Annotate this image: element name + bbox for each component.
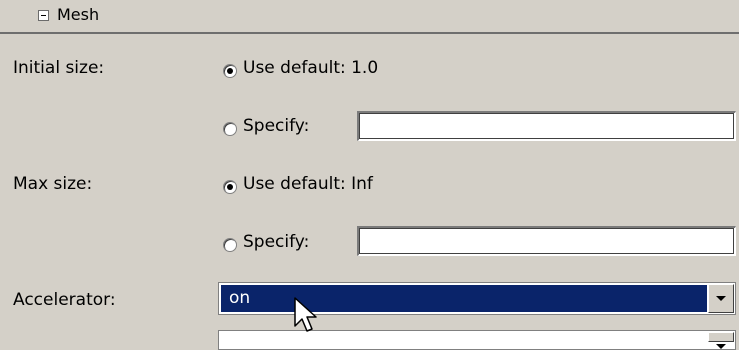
initial-size-default-label[interactable]: Use default: 1.0: [243, 58, 378, 78]
section-title: Mesh: [57, 5, 100, 24]
initial-size-label: Initial size:: [13, 58, 105, 78]
max-size-default-radio[interactable]: [223, 180, 237, 194]
section-divider: [0, 32, 739, 34]
max-size-label: Max size:: [13, 174, 93, 194]
initial-size-specify-label[interactable]: Specify:: [243, 116, 309, 136]
chevron-down-icon[interactable]: [708, 284, 734, 313]
max-size-specify-field[interactable]: [357, 226, 736, 256]
initial-size-specify-radio[interactable]: [223, 122, 237, 136]
max-size-specify-radio[interactable]: [223, 238, 237, 252]
max-size-specify-label[interactable]: Specify:: [243, 232, 309, 252]
initial-size-default-radio[interactable]: [223, 64, 237, 78]
accelerator-label: Accelerator:: [13, 290, 116, 310]
mesh-section-header[interactable]: Mesh: [0, 0, 739, 32]
mouse-cursor-icon: [294, 297, 317, 332]
initial-size-specify-field[interactable]: [357, 111, 736, 141]
max-size-default-label[interactable]: Use default: Inf: [243, 174, 373, 194]
collapse-icon[interactable]: [38, 10, 49, 21]
